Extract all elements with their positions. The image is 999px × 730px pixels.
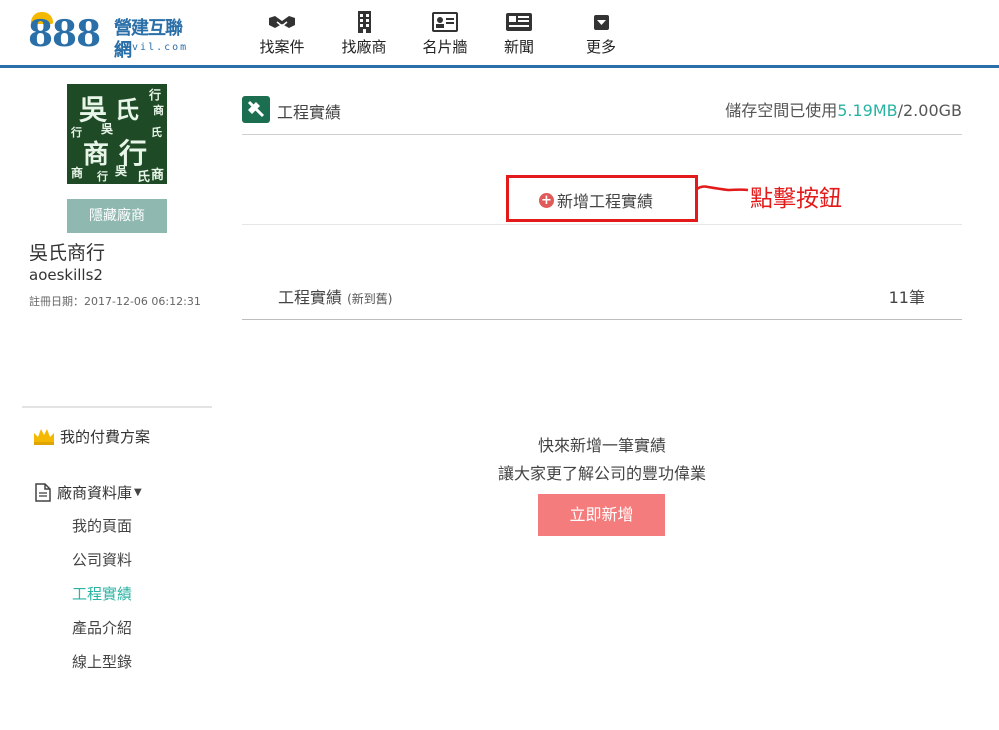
- divider: [242, 224, 962, 225]
- sidebar-item-label: 我的付費方案: [60, 427, 151, 446]
- avatar-char: 氏: [151, 126, 162, 139]
- record-count: 11筆: [888, 288, 925, 307]
- section-label: 工程實績 (新到舊): [278, 284, 392, 308]
- divider: [242, 319, 962, 320]
- annotation-arrow: [695, 185, 749, 192]
- building-icon: [358, 11, 371, 33]
- submenu-projects[interactable]: 工程實績: [72, 583, 132, 604]
- avatar-char: 行: [71, 126, 82, 139]
- logo-name: 營建互聯網: [114, 18, 183, 61]
- avatar-char: 氏: [137, 170, 151, 184]
- annotation-text: 點擊按鈕: [750, 186, 842, 212]
- page-title: 工程實績: [277, 103, 342, 122]
- nav-more[interactable]: 更多: [566, 10, 636, 58]
- company-account: aoeskills2: [29, 266, 103, 284]
- nav-find-vendors[interactable]: 找廠商: [329, 10, 399, 58]
- plus-circle-icon: +: [539, 192, 554, 208]
- document-icon: [35, 482, 51, 502]
- avatar-char: 行: [149, 88, 162, 102]
- nav-label: 找廠商: [341, 38, 387, 56]
- nav-label: 新聞: [503, 38, 534, 56]
- sidebar-item-payment-plan[interactable]: 我的付費方案: [32, 424, 150, 448]
- add-now-button[interactable]: 立即新增: [538, 494, 665, 536]
- hide-vendor-button[interactable]: 隱藏廠商: [67, 199, 167, 233]
- avatar-char: 吳: [101, 122, 114, 136]
- avatar-char: 吳: [115, 164, 128, 178]
- storage-used: 5.19MB: [837, 101, 898, 120]
- storage-total: /2.00GB: [897, 101, 962, 120]
- avatar-char: 行: [97, 170, 108, 183]
- company-avatar: 吳 氏 行 商 行 商 行 吳 氏 商 行 吳 氏 商: [67, 84, 167, 184]
- register-date: 註冊日期：2017-12-06 06:12:31: [29, 295, 201, 308]
- helmet-icon: [34, 429, 54, 445]
- newspaper-icon: [506, 13, 532, 31]
- avatar-char: 商: [71, 166, 84, 180]
- submenu-my-page[interactable]: 我的頁面: [72, 515, 132, 536]
- add-project-label: 新增工程實績: [557, 192, 654, 211]
- nav-news[interactable]: 新聞: [484, 10, 554, 58]
- project-icon: [242, 96, 270, 123]
- empty-state-line2: 讓大家更了解公司的豐功偉業: [497, 464, 706, 483]
- caret-down-icon: ▼: [134, 486, 142, 498]
- dropdown-icon: [594, 15, 609, 30]
- id-card-icon: [432, 12, 458, 32]
- add-project-button[interactable]: + 新增工程實績: [539, 188, 653, 212]
- avatar-char: 商: [153, 104, 164, 117]
- sidebar-item-vendor-db[interactable]: 廠商資料庫 ▼: [35, 480, 142, 504]
- top-header: 888 營建互聯網 civil.com 找案件 找廠商 名片牆 新聞 更多: [0, 0, 999, 68]
- avatar-char: 商: [151, 168, 165, 183]
- submenu-company-info[interactable]: 公司資料: [72, 549, 132, 570]
- empty-state-line1: 快來新增一筆實績: [537, 436, 666, 455]
- avatar-char: 商: [83, 140, 110, 170]
- nav-label: 更多: [585, 38, 616, 56]
- submenu-catalog[interactable]: 線上型錄: [72, 651, 132, 672]
- company-name: 吳氏商行: [29, 242, 106, 264]
- site-logo[interactable]: 888 營建互聯網 civil.com: [28, 10, 193, 61]
- avatar-char: 氏: [115, 96, 139, 124]
- sort-order[interactable]: (新到舊): [347, 292, 392, 306]
- section-title: 工程實績: [278, 288, 343, 307]
- storage-usage: 儲存空間已使用5.19MB/2.00GB: [725, 97, 962, 121]
- nav-label: 名片牆: [422, 38, 468, 56]
- sidebar-divider: [22, 406, 212, 408]
- submenu-products[interactable]: 產品介紹: [72, 617, 132, 638]
- nav-card-wall[interactable]: 名片牆: [410, 10, 480, 58]
- nav-label: 找案件: [259, 38, 305, 56]
- storage-prefix: 儲存空間已使用: [725, 101, 838, 120]
- sidebar-item-label: 廠商資料庫: [57, 483, 133, 502]
- handshake-icon: [269, 16, 295, 28]
- logo-number: 888: [28, 13, 101, 55]
- logo-url: civil.com: [116, 42, 189, 53]
- divider: [242, 134, 962, 135]
- nav-find-cases[interactable]: 找案件: [247, 10, 317, 58]
